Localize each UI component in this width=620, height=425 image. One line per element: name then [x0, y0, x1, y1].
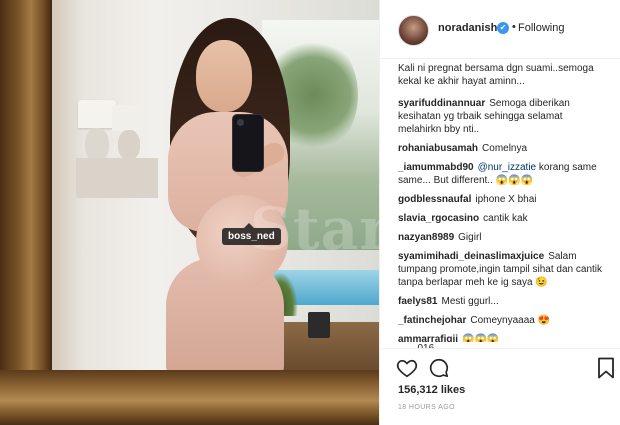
comment-username[interactable]: faelys81	[398, 296, 437, 307]
comment-text: Comeynyaaaa 😍	[470, 315, 551, 326]
smartphone	[233, 115, 263, 171]
comment-bubble-icon[interactable]	[428, 357, 450, 379]
post-header: noradanish ✔ • Following	[380, 0, 620, 59]
mirror-frame-bottom	[0, 370, 379, 425]
comment-username[interactable]: godblessnaufal	[398, 194, 471, 205]
verified-badge-icon: ✔	[497, 22, 509, 34]
comment-item: godblessnaufal iphone X bhai	[398, 193, 606, 206]
post-sidebar: noradanish ✔ • Following Kali ni pregnat…	[379, 0, 620, 425]
comment-mention[interactable]: @nur_izzatie	[478, 162, 537, 173]
comment-username[interactable]: nazyan8989	[398, 232, 454, 243]
comment-username[interactable]: syamimihadi_deinaslimaxjuice	[398, 251, 544, 262]
phone-camera-icon	[237, 119, 244, 126]
comment-text: Comelnya	[482, 143, 528, 154]
post-caption: Kali ni pregnat bersama dgn suami..semog…	[398, 63, 594, 87]
lamp-base	[85, 128, 109, 162]
bookmark-icon[interactable]	[597, 357, 615, 379]
following-button[interactable]: Following	[518, 22, 564, 34]
comment-text: Gigirl	[458, 232, 482, 243]
username[interactable]: noradanish	[438, 22, 497, 34]
sideboard	[76, 158, 158, 198]
comment-text: iphone X bhai	[475, 194, 537, 205]
separator-dot: •	[512, 21, 516, 33]
candle	[308, 312, 330, 338]
avatar[interactable]	[398, 15, 429, 46]
heart-icon[interactable]	[396, 357, 418, 379]
comment-item: rohaniabusamah Comelnya	[398, 142, 606, 155]
post-timestamp: 18 HOURS AGO	[398, 404, 455, 411]
comment-item: _fatinchejohar Comeynyaaaa 😍	[398, 314, 606, 327]
comment-item: syarifuddinannuar Semoga diberikan kesiha…	[398, 97, 606, 136]
user-tag[interactable]: boss_ned	[222, 223, 281, 245]
comment-username[interactable]: _iamummabd90	[398, 162, 474, 173]
comment-username[interactable]: slavia_rgocasino	[398, 213, 479, 224]
action-bar	[380, 348, 620, 389]
comment-item: ammarrafiqii 😱😱😱	[398, 333, 606, 342]
lamp-shade	[78, 100, 116, 128]
comment-username[interactable]: rohaniabusamah	[398, 143, 478, 154]
comment-item: slavia_rgocasino cantik kak	[398, 212, 606, 225]
comment-list[interactable]: Kali ni pregnat bersama dgn suami..semog…	[398, 62, 606, 342]
instagram-post: Star boss_ned noradanish ✔ • Following K…	[0, 0, 620, 425]
mirror-frame-left	[0, 0, 52, 425]
comment-item: _iamummabd90 @nur_izzatie korang same sam…	[398, 161, 606, 187]
comment-item: nazyan8989 Gigirl	[398, 231, 606, 244]
figure-face	[196, 40, 252, 112]
comment-text: cantik kak	[483, 213, 528, 224]
like-count[interactable]: 156,312 likes	[398, 384, 465, 396]
comment-item: syamimihadi_deinaslimaxjuice Salam tumpan…	[398, 250, 606, 289]
comment-text: Mesti ggurl...	[441, 296, 499, 307]
post-photo[interactable]: Star boss_ned	[0, 0, 379, 425]
comment-item: faelys81 Mesti ggurl...	[398, 295, 606, 308]
comment-username[interactable]: ammarrafiqii	[398, 334, 458, 342]
comment-username[interactable]: _fatinchejohar	[398, 315, 466, 326]
lamp-shade	[112, 105, 146, 131]
lamp-base	[118, 130, 140, 160]
comment-text: 😱😱😱	[462, 334, 500, 342]
comment-username[interactable]: syarifuddinannuar	[398, 98, 485, 109]
